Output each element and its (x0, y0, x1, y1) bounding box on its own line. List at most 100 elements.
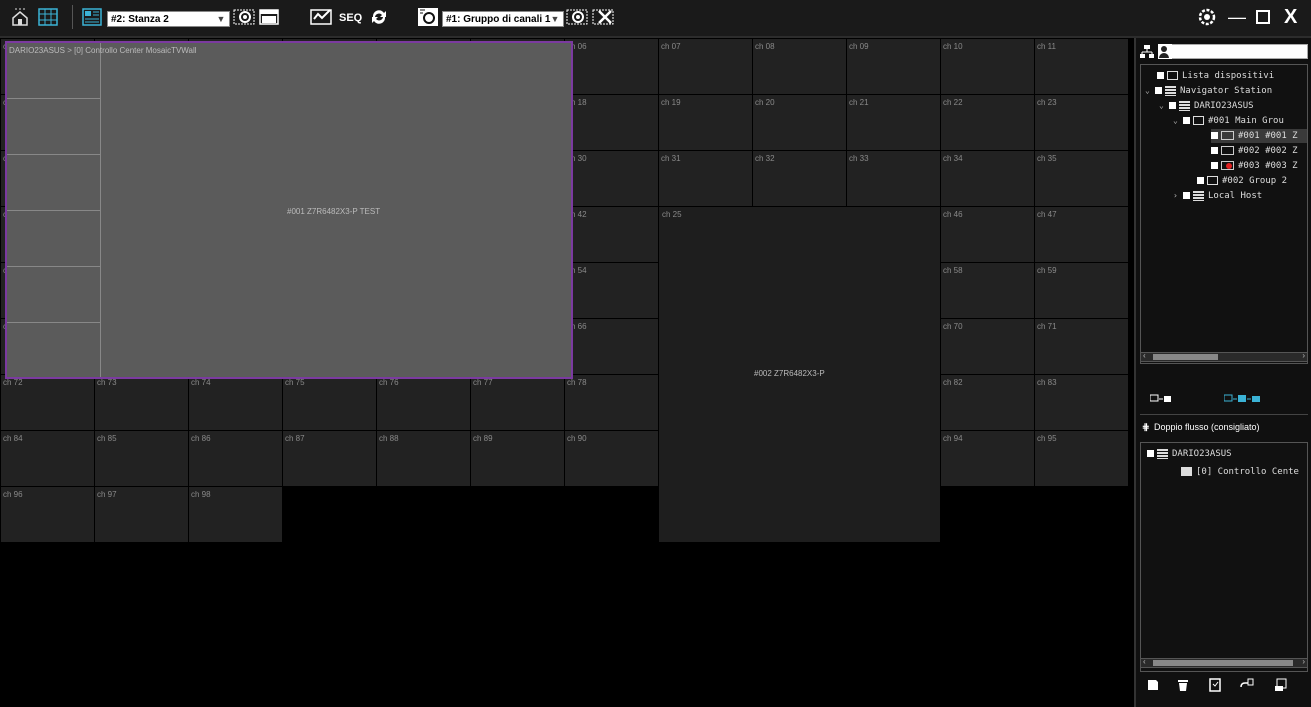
channel-cell[interactable]: ch 07 (659, 39, 752, 94)
room-screen-icon[interactable] (259, 0, 279, 34)
channel-cell[interactable]: ch 18 (565, 95, 658, 150)
channel-cell[interactable]: ch 71 (1035, 319, 1128, 374)
channel-cell[interactable]: ch 85 (95, 431, 188, 486)
channel-cell[interactable]: ch 08 (753, 39, 846, 94)
channel-cell[interactable]: ch 30 (565, 151, 658, 206)
channel-cell[interactable]: ch 73 (95, 375, 188, 430)
channel-cell[interactable]: ch 78 (565, 375, 658, 430)
channel-cell[interactable]: ch 54 (565, 263, 658, 318)
channel-cell[interactable]: ch 83 (1035, 375, 1128, 430)
channel-cell[interactable]: ch 77 (471, 375, 564, 430)
seq-label[interactable]: SEQ (339, 12, 362, 24)
channel-group-settings-icon[interactable] (566, 0, 588, 34)
channel-cell[interactable]: ch 19 (659, 95, 752, 150)
horizontal-scrollbar-2[interactable]: ‹ › (1140, 657, 1308, 668)
chevron-down-icon[interactable]: ⌄ (1145, 84, 1155, 98)
scroll-left-icon[interactable]: ‹ (1143, 657, 1146, 666)
channel-cell[interactable]: ch 72 (1, 375, 94, 430)
channel-cell[interactable]: ch 90 (565, 431, 658, 486)
tree-item-camera-3[interactable]: #003 #003 Z (1211, 159, 1298, 173)
link-icon[interactable] (1240, 678, 1254, 692)
channel-cell[interactable]: ch 88 (377, 431, 470, 486)
channel-cell[interactable]: ch 96 (1, 487, 94, 542)
channel-cell[interactable]: ch 33 (847, 151, 940, 206)
channel-cell[interactable]: ch 75 (283, 375, 376, 430)
scroll-right-icon[interactable]: › (1302, 657, 1305, 666)
chevron-down-icon[interactable]: ▼ (215, 12, 227, 26)
channel-cell[interactable]: ch 20 (753, 95, 846, 150)
channel-cell[interactable]: ch 97 (95, 487, 188, 542)
channel-cell[interactable]: ch 86 (189, 431, 282, 486)
channel-cell[interactable]: ch 22 (941, 95, 1034, 150)
home-network-icon[interactable] (10, 0, 30, 34)
tree-item-camera-1[interactable]: #001 #001 Z (1211, 129, 1307, 143)
dual-stream-icon[interactable] (1223, 394, 1264, 406)
settings-gear-icon[interactable] (1198, 0, 1216, 34)
channel-cell[interactable]: ch 31 (659, 151, 752, 206)
tree2-item-server[interactable]: DARIO23ASUS (1147, 447, 1232, 461)
tree-item-main-group[interactable]: ⌄ #001 Main Grou (1173, 114, 1284, 128)
channel-cell[interactable]: ch 59 (1035, 263, 1128, 318)
edit-icon[interactable] (1208, 678, 1222, 692)
channel-cell[interactable]: ch 06 (565, 39, 658, 94)
channel-cell[interactable]: ch 34 (941, 151, 1034, 206)
room-layout-icon[interactable] (82, 0, 102, 34)
sequence-edit-icon[interactable] (310, 0, 334, 34)
channel-cell[interactable]: ch 21 (847, 95, 940, 150)
channel-cell[interactable]: ch 23 (1035, 95, 1128, 150)
channel-group-select[interactable]: #1: Gruppo di canali 1 ▼ (442, 11, 564, 27)
tree-item-group-2[interactable]: #002 Group 2 (1197, 174, 1287, 188)
channel-cell[interactable]: ch 58 (941, 263, 1034, 318)
export-icon[interactable] (1274, 678, 1288, 692)
channel-cell[interactable]: ch 82 (941, 375, 1034, 430)
tree-item-device-list[interactable]: Lista dispositivi (1157, 69, 1274, 83)
scroll-left-icon[interactable]: ‹ (1143, 351, 1146, 360)
channel-cell[interactable]: ch 98 (189, 487, 282, 542)
channel-cell[interactable]: ch 66 (565, 319, 658, 374)
channel-cell[interactable]: ch 35 (1035, 151, 1128, 206)
channel-cell[interactable]: ch 89 (471, 431, 564, 486)
channel-cell[interactable]: ch 42 (565, 207, 658, 262)
horizontal-scrollbar[interactable]: ‹ › (1140, 351, 1308, 362)
channel-cell[interactable]: ch 70 (941, 319, 1034, 374)
channel-group-icon[interactable] (417, 0, 439, 34)
chevron-down-icon[interactable]: ⌄ (1159, 99, 1169, 113)
scrollbar-thumb[interactable] (1153, 354, 1218, 360)
channel-cell[interactable]: ch 94 (941, 431, 1034, 486)
chevron-down-icon[interactable]: ▼ (549, 12, 561, 26)
scrollbar-thumb[interactable] (1153, 660, 1293, 666)
device-search-input[interactable] (1158, 44, 1308, 59)
single-stream-icon[interactable] (1149, 394, 1172, 406)
channel-cell[interactable]: ch 74 (189, 375, 282, 430)
close-button[interactable]: X (1284, 0, 1297, 34)
channel-cell[interactable]: ch 10 (941, 39, 1034, 94)
chevron-down-icon[interactable]: ⌄ (1173, 114, 1183, 128)
tree-item-navigator-station[interactable]: ⌄ Navigator Station (1145, 84, 1272, 98)
user-search-icon[interactable] (1158, 44, 1172, 59)
room-settings-icon[interactable] (233, 0, 255, 34)
dual-stream-option[interactable]: ⋕ Doppio flusso (consigliato) (1142, 422, 1260, 433)
grid-layout-icon[interactable] (38, 0, 58, 34)
channel-cell[interactable]: ch 46 (941, 207, 1034, 262)
add-icon[interactable] (1146, 678, 1160, 692)
merged-view-1[interactable]: DARIO23ASUS > [0] Controllo Center Mosai… (5, 41, 573, 379)
channel-cell[interactable]: ch 47 (1035, 207, 1128, 262)
merged-view-2[interactable]: ch 25 #002 Z7R6482X3-P (659, 207, 940, 542)
channel-cell[interactable]: ch 11 (1035, 39, 1128, 94)
scroll-right-icon[interactable]: › (1302, 351, 1305, 360)
tree2-item-monitor[interactable]: [0] Controllo Cente (1181, 465, 1299, 479)
channel-cell[interactable]: ch 09 (847, 39, 940, 94)
channel-cell[interactable]: ch 87 (283, 431, 376, 486)
channel-cell[interactable]: ch 76 (377, 375, 470, 430)
channel-cell[interactable]: ch 84 (1, 431, 94, 486)
tree-view-icon[interactable] (1140, 45, 1154, 64)
delete-icon[interactable] (1176, 678, 1190, 692)
channel-cell[interactable]: ch 95 (1035, 431, 1128, 486)
tree-item-server[interactable]: ⌄ DARIO23ASUS (1159, 99, 1254, 113)
room-select[interactable]: #2: Stanza 2 ▼ (107, 11, 230, 27)
refresh-icon[interactable] (370, 0, 388, 34)
chevron-right-icon[interactable]: › (1173, 189, 1183, 203)
minimize-button[interactable]: — (1228, 0, 1246, 34)
maximize-button[interactable] (1256, 0, 1270, 34)
channel-group-delete-icon[interactable] (592, 0, 614, 34)
